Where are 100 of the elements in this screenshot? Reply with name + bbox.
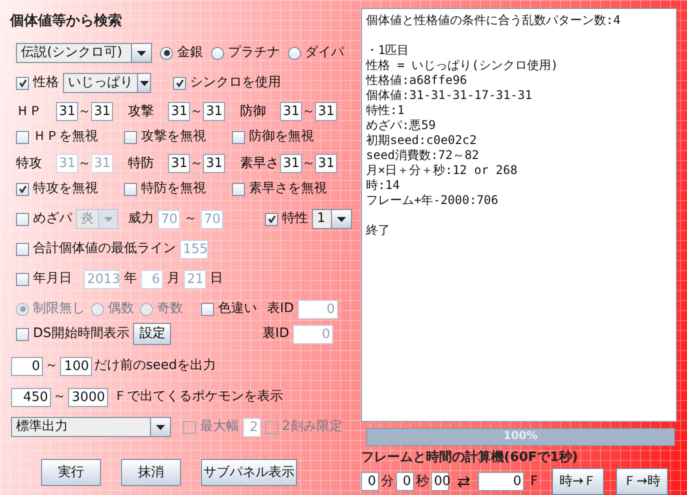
- tilde-label: ～: [302, 102, 315, 121]
- number-field[interactable]: 31: [91, 102, 113, 121]
- unit-label: 月: [167, 270, 180, 288]
- power-label: 威力: [128, 210, 154, 228]
- radio-label: 金銀: [177, 44, 203, 62]
- tilde-label: ～: [190, 154, 203, 173]
- result-line: 特性:1: [366, 103, 406, 118]
- tilde-label: ～: [184, 210, 197, 228]
- frame-to-time-button[interactable]: Ｆ→時: [616, 468, 668, 495]
- tilde-label: ～: [53, 388, 66, 406]
- number-field[interactable]: 450: [11, 388, 51, 406]
- unit-label: 年: [124, 270, 137, 288]
- tilde-label: ～: [78, 102, 91, 121]
- number-field[interactable]: 00: [431, 472, 449, 491]
- number-field[interactable]: 31: [168, 154, 190, 173]
- checkbox-label: 色違い: [218, 300, 257, 318]
- tilde-label: ～: [78, 154, 91, 173]
- stat-label: 素早さ: [239, 154, 280, 173]
- run-button[interactable]: 実行: [41, 459, 101, 486]
- result-line: 個体値と性格値の条件に合う乱数パターン数:4: [366, 13, 622, 28]
- nature-dropdown[interactable]: いじっぱり: [63, 73, 151, 93]
- checkbox[interactable]: [16, 130, 29, 144]
- checkbox[interactable]: [124, 182, 137, 196]
- range-label: Ｆで出てくるポケモンを表示: [114, 388, 283, 406]
- caret-icon: [137, 50, 146, 56]
- stat-label: ＨＰ: [15, 102, 43, 121]
- swap-label: ⇄: [457, 470, 470, 492]
- tilde-label: ～: [190, 102, 203, 121]
- stat-label: 特攻: [15, 154, 43, 173]
- number-field[interactable]: 100: [60, 356, 92, 376]
- checkbox[interactable]: [201, 302, 214, 316]
- radio-label: 奇数: [157, 300, 183, 318]
- number-field[interactable]: 31: [280, 102, 302, 121]
- checkbox-label: 合計個体値の最低ライン: [33, 240, 176, 258]
- unit-label: F: [530, 472, 538, 491]
- check-icon: [268, 215, 276, 223]
- check-icon: [176, 79, 184, 87]
- radio-label: ダイパ: [305, 44, 344, 62]
- number-field[interactable]: 31: [203, 102, 225, 121]
- checkbox-label: ＨＰを無視: [33, 128, 98, 146]
- result-line: 終了: [366, 223, 391, 238]
- checkbox[interactable]: [124, 130, 137, 144]
- radio-label: プラチナ: [228, 44, 280, 62]
- result-line: seed消費数:72～82: [366, 148, 480, 163]
- result-line: 初期seed:c0e02c2: [366, 133, 478, 148]
- number-field[interactable]: 31: [315, 154, 337, 173]
- number-field[interactable]: 31: [280, 154, 302, 173]
- settings-button[interactable]: 設定: [133, 323, 172, 345]
- number-field[interactable]: 0: [396, 472, 414, 491]
- caret-icon: [104, 216, 112, 222]
- subpanel-button[interactable]: サブパネル表示: [201, 459, 297, 486]
- checkbox[interactable]: [232, 130, 245, 144]
- progress-label: 100%: [502, 428, 538, 444]
- checkbox-label: 性格: [33, 74, 59, 92]
- checkbox[interactable]: [16, 328, 29, 340]
- caret-icon: [156, 424, 165, 430]
- number-field[interactable]: 0: [478, 472, 524, 491]
- checkbox[interactable]: [232, 182, 245, 196]
- checkbox[interactable]: [265, 212, 278, 226]
- number-field[interactable]: 31: [203, 154, 225, 173]
- stat-label: 特防: [127, 154, 155, 173]
- number-field[interactable]: 0: [11, 356, 43, 376]
- unit-label: 分: [381, 472, 394, 491]
- id-label: 裏ID: [262, 325, 290, 344]
- stat-label: 防御: [239, 102, 267, 121]
- result-line: 性格値:a68ffe96: [366, 73, 468, 88]
- unit-label: 秒: [416, 472, 429, 491]
- number-field[interactable]: 0: [361, 472, 379, 491]
- time-to-frame-button[interactable]: 時→Ｆ: [552, 468, 604, 495]
- output-dropdown[interactable]: 標準出力: [11, 417, 171, 437]
- checkbox[interactable]: [16, 182, 29, 196]
- checkbox[interactable]: [16, 76, 29, 90]
- radio-label: 偶数: [108, 300, 134, 318]
- caret-icon: [337, 216, 346, 222]
- mode-dropdown[interactable]: 伝説(シンクロ可): [16, 43, 152, 63]
- checkbox-label: 特性: [282, 210, 308, 228]
- tilde-label: ～: [45, 357, 58, 376]
- number-field[interactable]: 31: [168, 102, 190, 121]
- ability-dropdown[interactable]: 1: [312, 209, 352, 229]
- clear-button[interactable]: 抹消: [121, 459, 181, 486]
- result-line: めざパ:悪59: [366, 118, 437, 133]
- checkbox-label: 最大幅: [200, 418, 239, 436]
- number-field[interactable]: 31: [315, 102, 337, 121]
- result-text-area[interactable]: 個体値と性格値の条件に合う乱数パターン数:4 ・1匹目 性格 = いじっぱり(シンクロ使用) 性格値:a68ffe96 個体値:31-31-31-17-31-31 特性:1 めざパ:悪59 初期seed:c0e02c2 seed消費数:72～82 月×日＋分＋秒:12 or 268 時:14 フレーム+年-2000:706 終了: [361, 8, 677, 422]
- number-field[interactable]: 31: [56, 102, 78, 121]
- checkbox-label: DS開始時間表示: [33, 325, 130, 344]
- stat-label: 攻撃: [127, 102, 155, 121]
- checkbox-label: 2刻み限定: [282, 418, 342, 436]
- result-line: フレーム+年-2000:706: [366, 193, 500, 208]
- radio-button[interactable]: [288, 46, 301, 60]
- result-line: 月×日＋分＋秒:12 or 268: [366, 163, 518, 178]
- result-line: 個体値:31-31-31-17-31-31: [366, 88, 534, 103]
- unit-label: 日: [210, 270, 223, 288]
- checkbox-label: 素早さを無視: [249, 180, 327, 198]
- number-field[interactable]: 3000: [68, 388, 108, 406]
- radio-button[interactable]: [211, 46, 224, 60]
- checkbox[interactable]: [173, 76, 186, 90]
- radio-button[interactable]: [160, 46, 173, 60]
- check-icon: [18, 185, 26, 193]
- checkbox-label: シンクロを使用: [190, 74, 281, 92]
